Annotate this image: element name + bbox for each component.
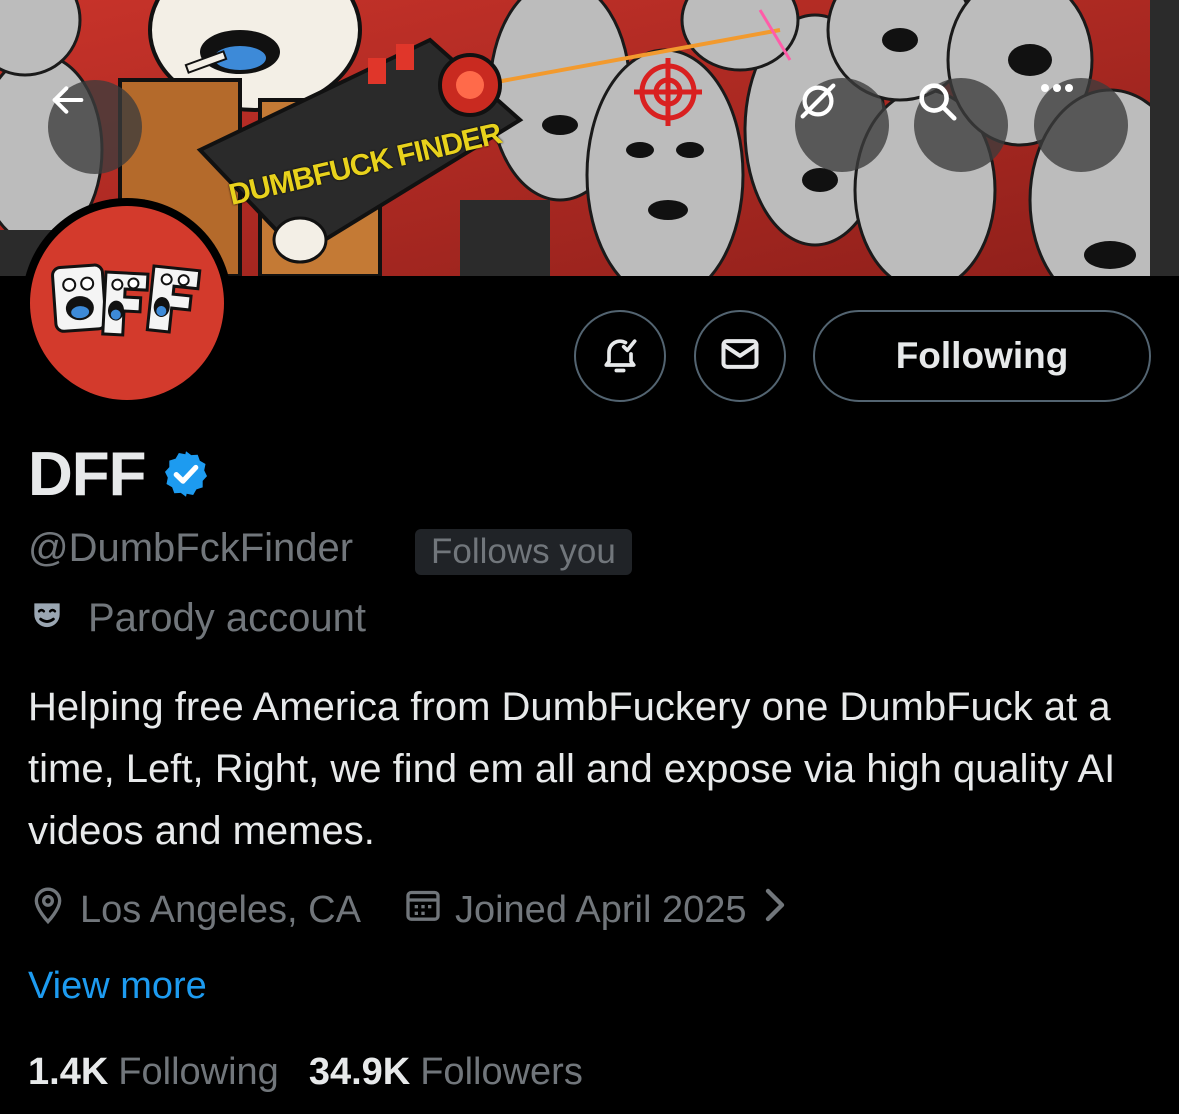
followers-count: 34.9K [308,1050,411,1093]
parody-label-row[interactable]: Parody account [28,590,366,646]
mail-icon [718,332,762,381]
view-more-link[interactable]: View more [28,958,207,1014]
chevron-right-icon [761,887,787,933]
notifications-button[interactable] [574,310,666,402]
user-handle: @DumbFckFinder [28,526,354,570]
avatar[interactable] [22,198,232,408]
search-button[interactable] [914,78,1008,172]
parody-label: Parody account [88,595,366,640]
avatar-image [30,206,224,400]
calendar-icon [403,885,443,935]
follow-stats: 1.4K Following 34.9K Followers [28,1044,583,1100]
followers-stat[interactable]: 34.9K Followers [309,1051,583,1094]
joined-item[interactable]: Joined April 2025 [403,885,787,935]
following-button[interactable]: Following [813,310,1151,402]
display-name: DFF [28,440,147,509]
bell-subscribed-icon [598,332,642,381]
message-button[interactable] [694,310,786,402]
joined-text: Joined April 2025 [454,888,747,931]
back-button[interactable] [48,80,142,174]
following-stat[interactable]: 1.4K Following [28,1051,279,1094]
following-stat-label: Following [118,1050,279,1093]
following-count: 1.4K [28,1050,109,1093]
location-pin-icon [28,885,68,935]
follows-you-badge: Follows you [415,529,632,575]
more-options-button[interactable] [1034,78,1128,172]
profile-bio: Helping free America from DumbFuckery on… [28,685,1116,853]
location-item: Los Angeles, CA [28,885,361,935]
followers-stat-label: Followers [420,1050,583,1093]
location-text: Los Angeles, CA [80,888,361,931]
verified-badge-icon[interactable] [160,448,212,505]
theater-mask-icon [28,597,66,640]
grok-button[interactable] [795,78,889,172]
profile-meta: Los Angeles, CA Joined April 2025 [28,880,787,940]
